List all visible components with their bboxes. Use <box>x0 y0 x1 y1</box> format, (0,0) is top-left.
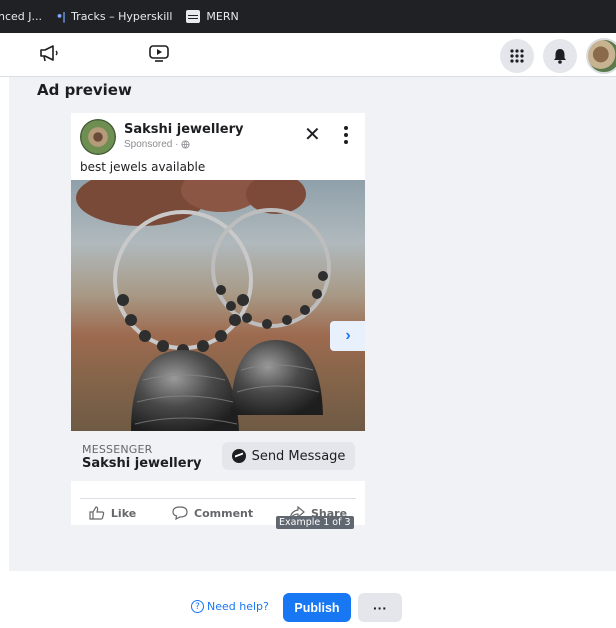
send-message-button[interactable]: Send Message <box>222 442 355 470</box>
bookmark-hyperskill[interactable]: •| Tracks – Hyperskill <box>56 10 172 23</box>
ad-image: › <box>71 180 365 431</box>
profile-avatar[interactable] <box>586 38 616 74</box>
bookmarks-bar: nced J... •| Tracks – Hyperskill MERN <box>0 0 616 33</box>
more-options-icon[interactable] <box>339 124 353 146</box>
messenger-icon <box>231 449 246 463</box>
bell-icon[interactable] <box>543 39 577 73</box>
bookmark-mern[interactable]: MERN <box>186 10 239 23</box>
video-icon[interactable] <box>148 43 170 68</box>
globe-icon <box>181 140 191 149</box>
like-button[interactable]: Like <box>89 506 136 520</box>
question-icon: ? <box>191 600 204 613</box>
comment-label: Comment <box>194 506 254 520</box>
like-label: Like <box>110 506 137 520</box>
folder-icon <box>186 10 201 23</box>
close-icon[interactable]: ✕ <box>304 125 321 145</box>
page-avatar <box>80 119 116 155</box>
divider <box>80 498 356 499</box>
sponsored-text: Sponsored · <box>124 139 179 150</box>
top-navigation <box>0 33 616 77</box>
carousel-next-button[interactable]: › <box>330 321 365 351</box>
cta-label: MESSENGER <box>82 443 153 456</box>
hyperskill-icon: •| <box>56 10 66 23</box>
ad-preview-title: Ad preview <box>37 81 132 99</box>
sponsored-label: Sponsored · <box>124 139 191 150</box>
cta-page-name: Sakshi jewellery <box>82 456 202 471</box>
comment-button[interactable]: Comment <box>172 506 253 520</box>
thumbs-up-icon <box>89 506 105 520</box>
page-name: Sakshi jewellery <box>124 122 244 137</box>
need-help-link[interactable]: ? Need help? <box>191 600 269 613</box>
example-counter-badge: Example 1 of 3 <box>276 516 354 529</box>
bookmark-item[interactable]: nced J... <box>0 10 42 23</box>
publish-button[interactable]: Publish <box>283 593 351 622</box>
apps-grid-icon[interactable] <box>500 39 534 73</box>
ad-caption: best jewels available <box>80 160 206 174</box>
ad-preview-panel: Ad preview Sakshi jewellery Sponsored · … <box>9 77 616 571</box>
megaphone-icon[interactable] <box>38 43 60 68</box>
send-message-label: Send Message <box>251 448 346 464</box>
ad-preview-card: Sakshi jewellery Sponsored · ✕ best jewe… <box>71 113 365 525</box>
earrings-photo <box>76 180 331 431</box>
more-options-button[interactable]: ··· <box>358 593 402 622</box>
comment-icon <box>172 506 188 520</box>
bookmark-label: nced J... <box>0 10 42 23</box>
need-help-label: Need help? <box>207 600 269 613</box>
bookmark-label: MERN <box>206 10 239 23</box>
footer-bar: ? Need help? Publish ··· <box>0 571 616 628</box>
cta-section: MESSENGER Sakshi jewellery Send Message <box>71 431 365 481</box>
bookmark-label: Tracks – Hyperskill <box>71 10 173 23</box>
